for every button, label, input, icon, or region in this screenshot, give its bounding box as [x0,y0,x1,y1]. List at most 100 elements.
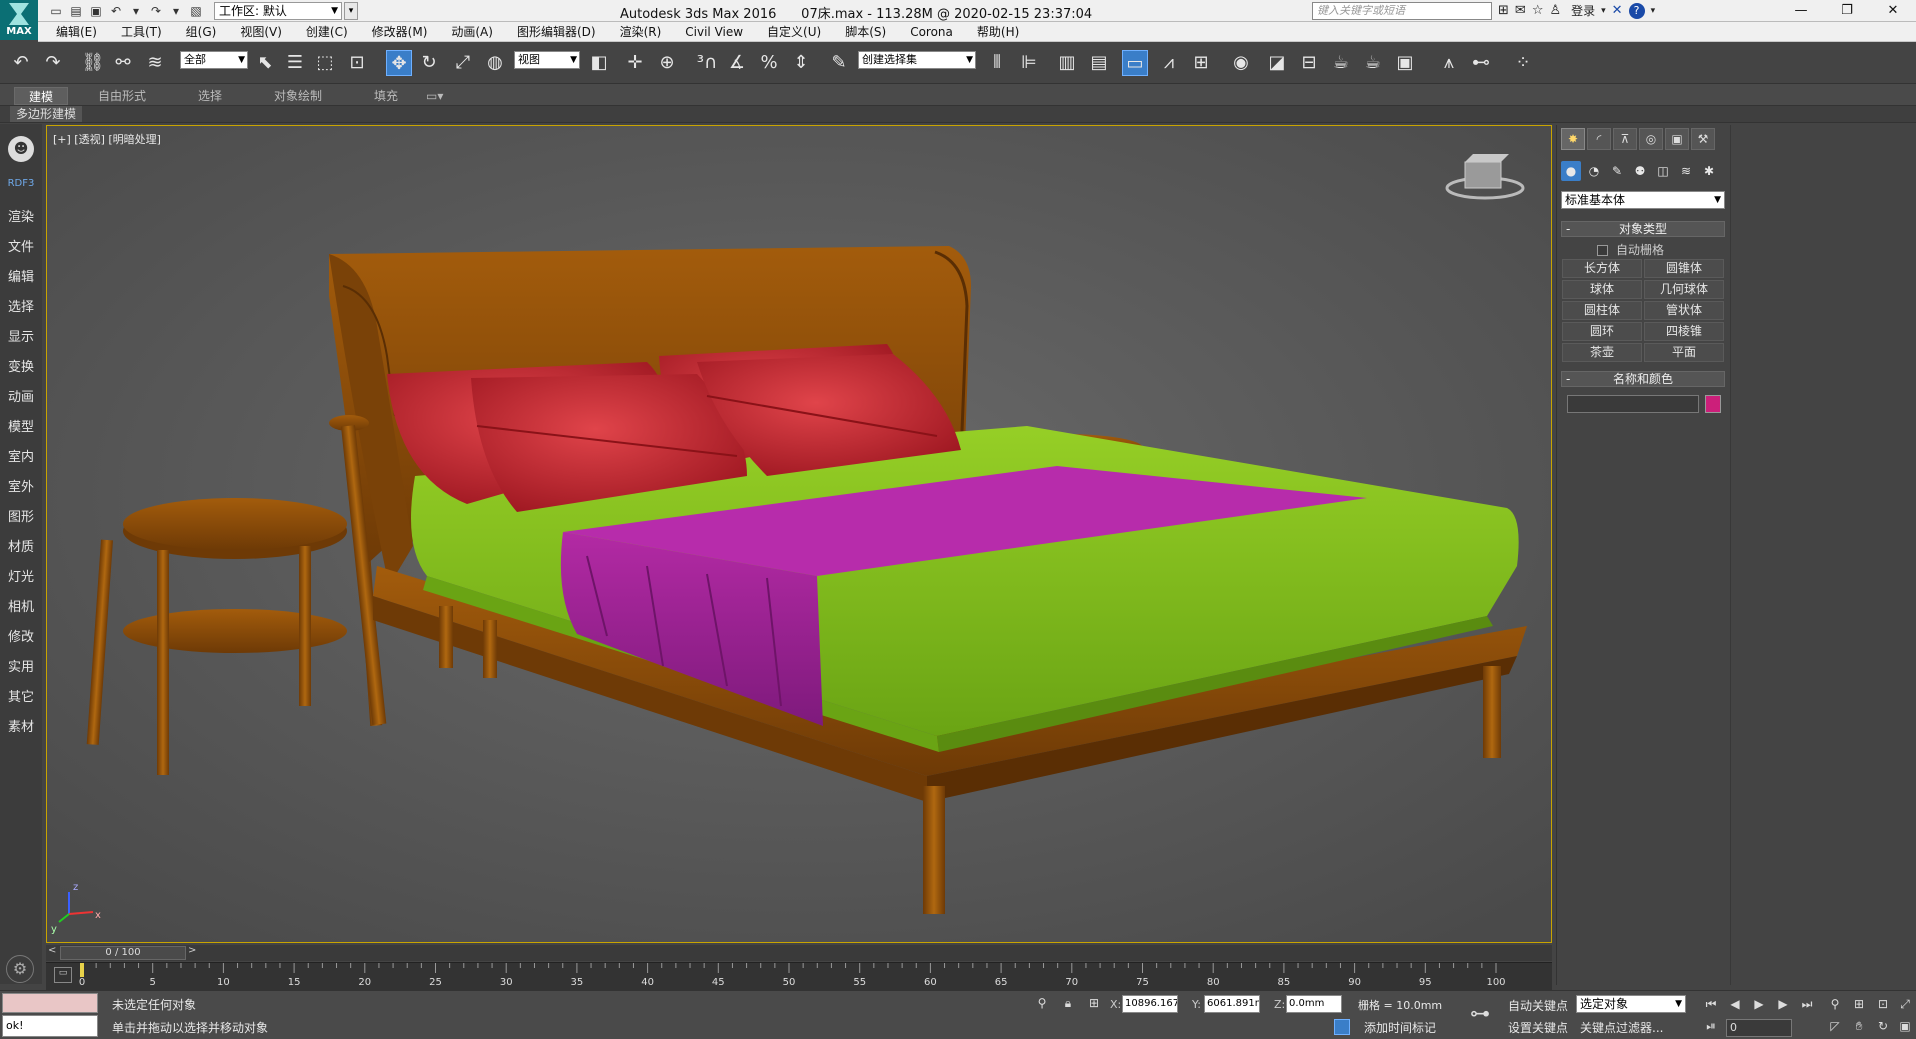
viewport-label-menu[interactable]: [+] [透视] [明暗处理] [53,131,161,147]
undo-icon[interactable]: ↶ [8,50,34,76]
menu-rendering[interactable]: 渲染(R) [608,23,674,40]
ribbon-options-button[interactable]: ▭▾ [420,87,449,105]
exchange-icon[interactable]: ✕ [1612,3,1623,18]
corona-render-icon[interactable]: ⩚ [1436,50,1462,76]
geometry-icon[interactable]: ● [1561,161,1581,181]
current-frame-input[interactable]: 0 [1726,1019,1792,1037]
cylinder-button[interactable]: 圆柱体 [1562,301,1642,320]
create-tab-icon[interactable]: ✸ [1561,128,1585,150]
tab-object-paint[interactable]: 对象绘制 [260,87,336,105]
align-icon[interactable]: ⊫ [1016,50,1042,76]
go-to-start-icon[interactable]: ⏮ [1700,995,1722,1013]
menu-help[interactable]: 帮助(H) [965,23,1031,40]
hierarchy-tab-icon[interactable]: ⊼ [1613,128,1637,150]
geosphere-button[interactable]: 几何球体 [1644,280,1724,299]
binoculars-icon[interactable]: ⊞ [1498,3,1509,18]
unlink-icon[interactable]: ⚯ [110,50,136,76]
corona-tools-icon[interactable]: ⊷ [1468,50,1494,76]
sidebar-item-render[interactable]: 渲染 [0,206,42,225]
link-icon[interactable]: ⛓ [80,50,106,76]
zoom-extents-icon[interactable]: ⊡ [1872,995,1894,1013]
open-file-icon[interactable]: ▤ [68,3,84,19]
workspace-more-button[interactable]: ▾ [344,2,358,20]
sphere-button[interactable]: 球体 [1562,280,1642,299]
polygon-modeling-label[interactable]: 多边形建模 [10,106,83,122]
menu-scripting[interactable]: 脚本(S) [833,23,898,40]
select-and-rotate-icon[interactable]: ↻ [416,50,442,76]
go-to-end-icon[interactable]: ⏭ [1796,995,1818,1013]
save-icon[interactable]: ▣ [88,3,104,19]
render-setup-icon[interactable]: ◪ [1264,50,1290,76]
placement-icon[interactable]: ◍ [482,50,508,76]
key-mode-icon[interactable]: ⏯ [1700,1017,1722,1035]
sidebar-item-file[interactable]: 文件 [0,236,42,255]
cone-button[interactable]: 圆锥体 [1644,259,1724,278]
selection-filter-dropdown[interactable]: 全部 ▼ [180,51,248,69]
selection-set-dropdown[interactable]: 选定对象 ▼ [1576,995,1686,1013]
favorites-star-icon[interactable]: ☆ [1532,3,1544,18]
menu-animation[interactable]: 动画(A) [439,23,505,40]
select-manipulate-icon[interactable]: ✛ [622,50,648,76]
menu-corona[interactable]: Corona [898,25,965,39]
sidebar-item-modify[interactable]: 修改 [0,626,42,645]
systems-icon[interactable]: ✱ [1699,161,1719,181]
sidebar-item-animation[interactable]: 动画 [0,386,42,405]
display-tab-icon[interactable]: ▣ [1665,128,1689,150]
help-dropdown-icon[interactable]: ▾ [1651,6,1656,16]
angle-snap-icon[interactable]: ∡ [724,50,750,76]
tab-selection[interactable]: 选择 [184,87,236,105]
play-icon[interactable]: ▶︎ [1748,995,1770,1013]
sidebar-item-edit[interactable]: 编辑 [0,266,42,285]
tab-populate[interactable]: 填充 [360,87,412,105]
settings-gear-icon[interactable]: ⚙ [6,955,34,983]
keyboard-shortcut-override-icon[interactable]: ⊕ [654,50,680,76]
set-key-icon[interactable]: ⊶ [1470,1001,1490,1025]
close-button[interactable]: ✕ [1870,0,1916,22]
redo-dropdown-icon[interactable]: ▾ [168,3,184,19]
maximize-toggle-icon[interactable]: ▣ [1894,1017,1916,1035]
pyramid-button[interactable]: 四棱锥 [1644,322,1724,341]
sidebar-item-utility[interactable]: 实用 [0,656,42,675]
window-crossing-icon[interactable]: ⊡ [344,50,370,76]
set-key-button[interactable]: 设置关键点 [1508,1019,1568,1036]
zoom-all-icon[interactable]: ⊞ [1848,995,1870,1013]
sidebar-item-exterior[interactable]: 室外 [0,476,42,495]
sidebar-item-other[interactable]: 其它 [0,686,42,705]
menu-edit[interactable]: 编辑(E) [44,23,109,40]
sidebar-item-shapes[interactable]: 图形 [0,506,42,525]
app-logo[interactable]: MAX [0,0,38,40]
login-dropdown-icon[interactable]: ▾ [1601,6,1606,16]
bind-space-warp-icon[interactable]: ≋ [142,50,168,76]
named-selection-dropdown[interactable]: 创建选择集 ▼ [858,51,976,69]
torus-button[interactable]: 圆环 [1562,322,1642,341]
add-time-tag-icon[interactable] [1334,1019,1350,1035]
communication-center-icon[interactable]: ✉ [1515,3,1526,18]
tab-freeform[interactable]: 自由形式 [84,87,160,105]
object-type-rollout[interactable]: - 对象类型 [1561,221,1725,237]
user-icon[interactable]: ♙ [1549,3,1561,18]
menu-views[interactable]: 视图(V) [228,23,294,40]
workspace-dropdown[interactable]: 工作区: 默认 ▼ [214,2,342,20]
pan-icon[interactable]: ✋︎ [1848,1017,1870,1035]
sidebar-item-interior[interactable]: 室内 [0,446,42,465]
search-input[interactable]: 键入关键字或短语 [1312,2,1492,20]
reference-coordinate-dropdown[interactable]: 视图 ▼ [514,51,580,69]
scene-explorer-icon[interactable]: ▥ [1054,50,1080,76]
box-button[interactable]: 长方体 [1562,259,1642,278]
object-name-input[interactable] [1567,395,1699,413]
auto-grid-checkbox[interactable]: 自动栅格 [1597,241,1664,258]
plane-button[interactable]: 平面 [1644,343,1724,362]
isolate-icon[interactable]: ⚲ [1034,995,1050,1011]
select-by-name-icon[interactable]: ☰ [282,50,308,76]
next-frame-icon[interactable]: ▶︎ [1772,995,1794,1013]
modify-tab-icon[interactable]: ◜ [1587,128,1611,150]
spinner-snap-icon[interactable]: ⇕ [788,50,814,76]
x-coordinate-input[interactable]: 10896.167 [1122,995,1178,1013]
menu-create[interactable]: 创建(C) [294,23,360,40]
select-object-icon[interactable]: ⬉ [252,50,278,76]
space-warps-icon[interactable]: ≋ [1676,161,1696,181]
menu-customize[interactable]: 自定义(U) [755,23,833,40]
project-folder-icon[interactable]: ▧ [188,3,204,19]
time-slider-thumb[interactable]: 0 / 100 [60,946,186,960]
lights-icon[interactable]: ✎ [1607,161,1627,181]
